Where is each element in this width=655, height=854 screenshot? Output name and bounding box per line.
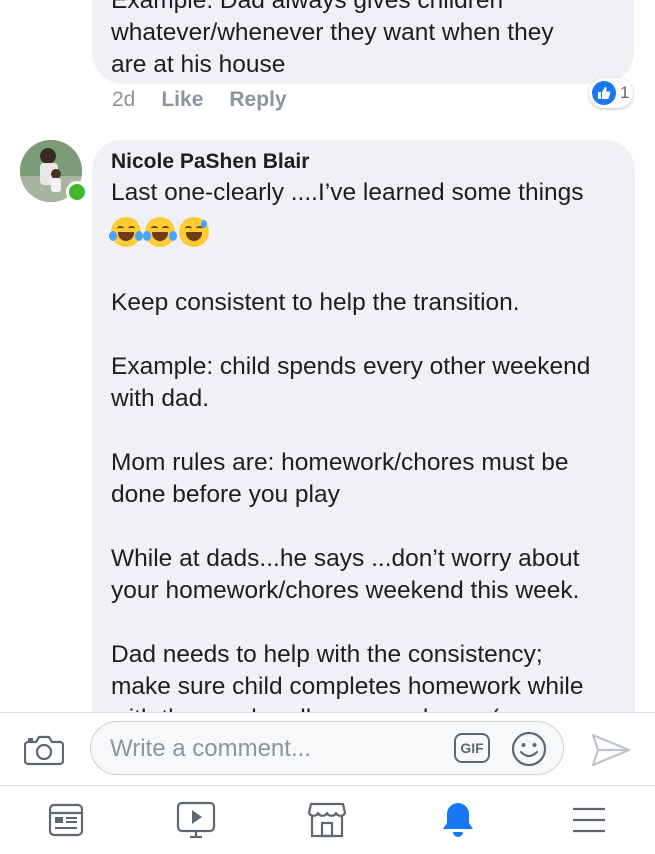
comment-line: whatever/whenever they want when they [111,19,554,46]
comment-line: Example: Dad always gives children [111,0,504,14]
comment-input[interactable]: Write a comment... GIF [90,721,564,775]
watch-icon[interactable] [176,800,216,840]
comment-line: your homework/chores weekend this week. [111,577,580,604]
bottom-tab-bar [0,785,655,854]
reply-button[interactable]: Reply [229,88,286,112]
comment-line: While at dads...he says ...don’t worry a… [111,545,580,572]
comment-line: Keep consistent to help the transition. [111,289,520,316]
menu-icon[interactable] [569,800,609,840]
camera-icon[interactable] [23,734,65,766]
comment-line: Last one-clearly ....I’ve learned some t… [111,179,584,206]
laughing-tears-emoji-icon [109,217,143,247]
thumbs-up-icon [592,81,616,105]
emoji-row [109,209,631,255]
grinning-sweat-emoji-icon [179,217,209,247]
comment-line: with them or handles same chores (or any [111,703,631,712]
comment-line: with dad. [111,385,210,412]
reaction-count: 1 [620,83,630,102]
comment-line: Example: child spends every other weeken… [111,353,591,380]
reaction-summary[interactable]: 1 [589,78,633,108]
comment-text: Example: Dad always gives children whate… [111,0,631,81]
send-icon[interactable] [591,733,631,772]
like-button[interactable]: Like [161,88,203,112]
comment-input-placeholder: Write a comment... [110,735,311,762]
laughing-tears-emoji-icon [143,217,177,247]
comment-line: done before you play [111,481,340,508]
online-status-dot [66,181,88,203]
news-feed-icon[interactable] [46,800,86,840]
comment-line: are at his house [111,51,286,78]
gif-button[interactable]: GIF [454,733,490,763]
comment-timestamp: 2d [112,88,136,111]
comment-line: Dad needs to help with the consistency; [111,641,543,668]
sticker-icon[interactable] [510,730,548,773]
comments-feed: Example: Dad always gives children whate… [0,0,655,712]
comment-actions: 2d Like Reply [112,88,287,112]
comment-composer: Write a comment... GIF [0,712,655,785]
comment-line: make sure child completes homework while [111,673,584,700]
comment-text: Last one-clearly ....I’ve learned some t… [109,177,631,712]
comment-author[interactable]: Nicole PaShen Blair [111,150,309,174]
marketplace-icon[interactable] [307,800,347,840]
notifications-bell-icon[interactable] [438,800,478,840]
comment-line: Mom rules are: homework/chores must be [111,449,569,476]
